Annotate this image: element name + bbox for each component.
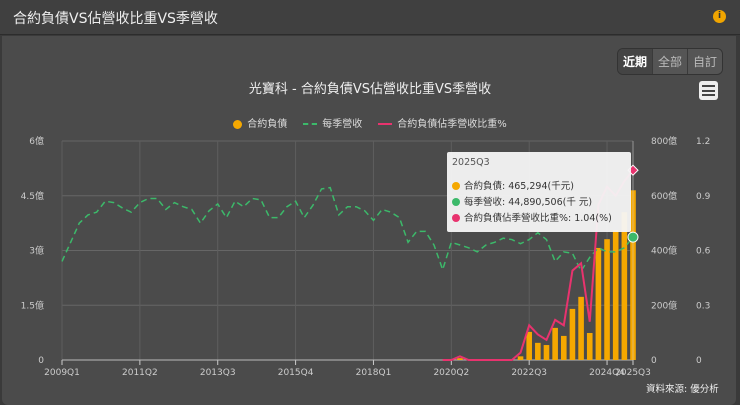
data-source: 資料來源: 優分析	[646, 384, 719, 395]
bar	[535, 342, 541, 360]
bar	[457, 358, 463, 360]
tooltip-row: 合約負債: 465,294(千元)	[464, 181, 574, 192]
middle-axis-tick: 800億	[651, 135, 677, 147]
bar-dot-icon	[452, 182, 460, 190]
bar	[526, 331, 532, 360]
bar	[578, 296, 584, 360]
x-axis-tick: 2009Q1	[44, 368, 80, 378]
left-axis-tick: 0	[38, 356, 44, 366]
x-axis-tick: 2011Q2	[122, 368, 158, 378]
left-axis-tick: 1.5億	[21, 299, 44, 311]
bar	[560, 335, 567, 360]
revenue-highlight-point	[627, 231, 639, 243]
x-axis-tick: 2015Q4	[278, 368, 314, 378]
x-axis-tick: 2020Q2	[433, 368, 469, 378]
right-axis-tick: 0.9	[696, 192, 711, 202]
x-axis-tick: 2013Q3	[200, 368, 236, 378]
bar	[595, 247, 602, 360]
revenue-dot-icon	[452, 198, 460, 206]
bar	[612, 230, 619, 360]
tooltip-period: 2025Q3	[452, 157, 490, 168]
bar	[552, 327, 558, 360]
right-axis-tick: 0.3	[696, 301, 710, 311]
x-axis-tick: 2025Q3	[615, 368, 651, 378]
bar	[569, 308, 576, 360]
tooltip: 2025Q3 合約負債: 465,294(千元) 每季營收: 44,890,50…	[447, 152, 631, 232]
left-axis-tick: 6億	[29, 135, 44, 147]
x-axis-tick: 2022Q3	[511, 368, 547, 378]
middle-axis-tick: 0	[651, 356, 657, 366]
bar	[543, 345, 550, 360]
tooltip-row: 每季營收: 44,890,506(千 元)	[464, 197, 593, 208]
left-axis-tick: 3億	[29, 245, 44, 257]
bar	[604, 239, 610, 360]
ratio-dot-icon	[452, 214, 460, 222]
right-axis-tick: 0.6	[696, 247, 711, 257]
middle-axis-tick: 600億	[651, 190, 677, 202]
middle-axis-tick: 200億	[651, 299, 677, 311]
right-axis-tick: 1.2	[696, 137, 710, 147]
bar	[586, 332, 593, 360]
x-axis-tick: 2018Q1	[356, 368, 392, 378]
bar	[517, 356, 524, 360]
right-axis-tick: 0	[696, 356, 702, 366]
bar	[621, 212, 628, 360]
left-axis-tick: 4.5億	[21, 190, 44, 202]
middle-axis-tick: 400億	[651, 245, 677, 257]
tooltip-row: 合約負債佔季營收比重%: 1.04(%)	[464, 213, 612, 224]
